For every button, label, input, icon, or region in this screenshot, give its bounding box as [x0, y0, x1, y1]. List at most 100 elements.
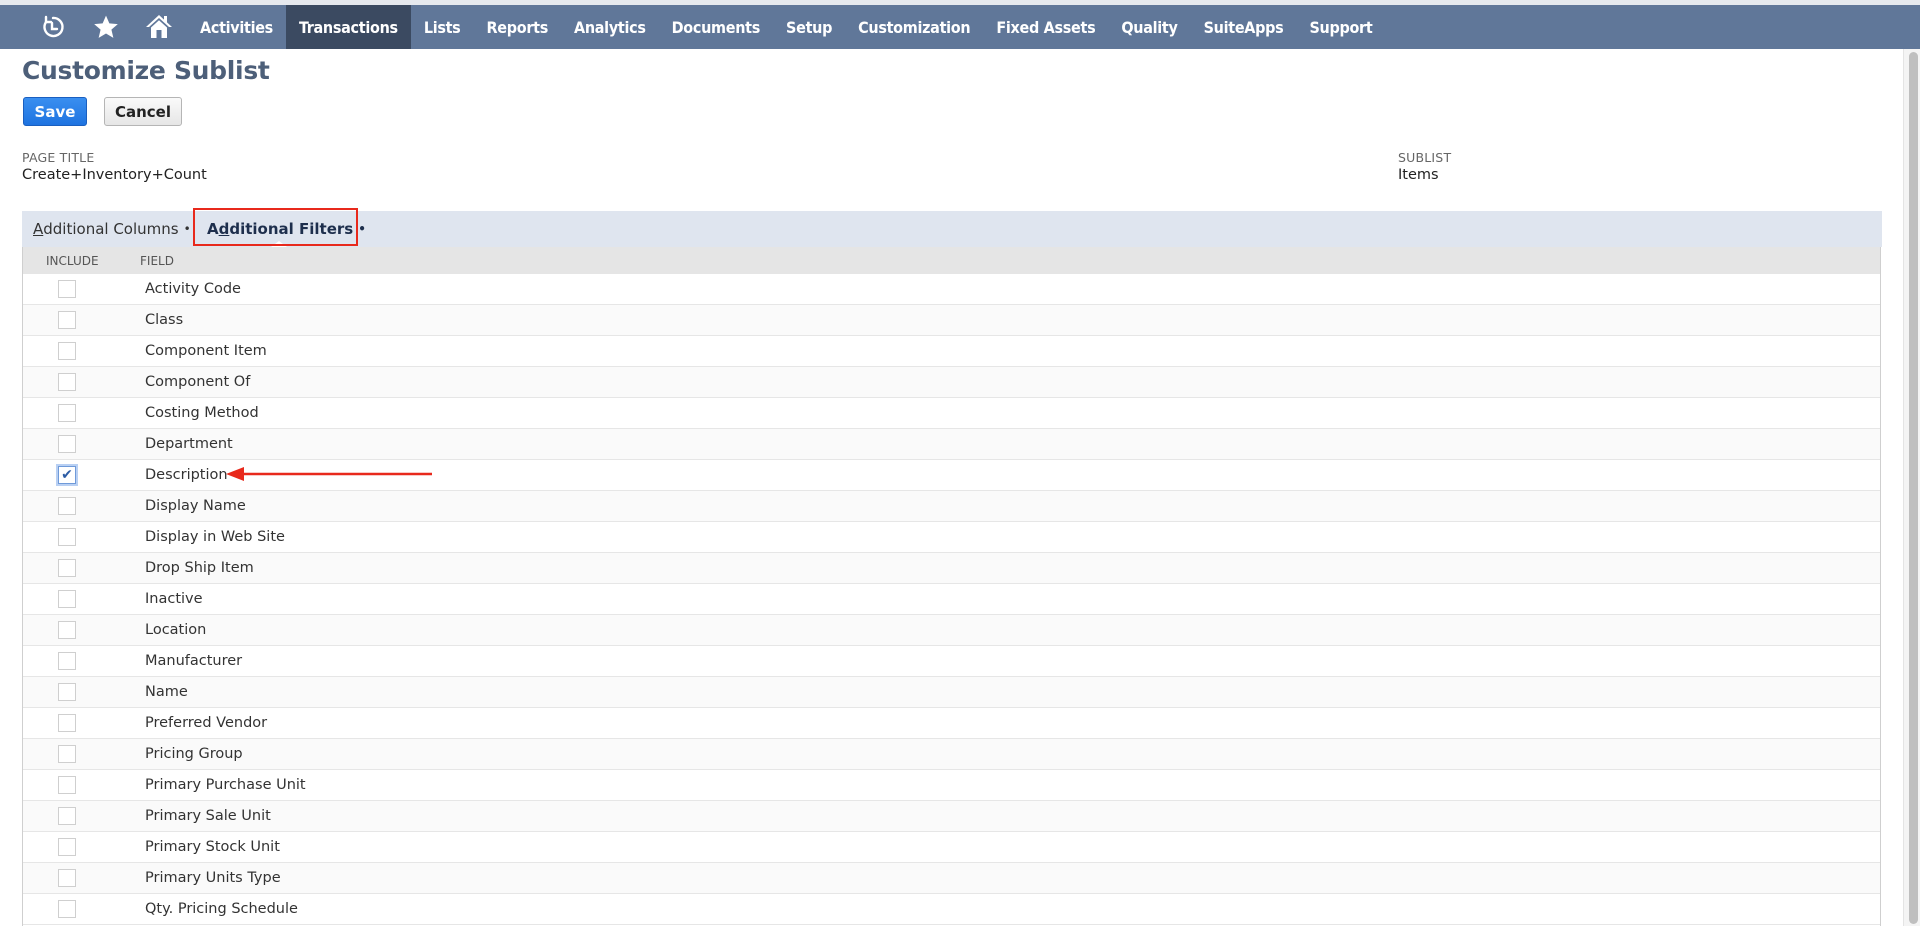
include-checkbox[interactable]: ✔ [58, 869, 76, 887]
field-name: Drop Ship Item [145, 560, 254, 576]
tab-label: ditional Filters [229, 220, 354, 238]
include-checkbox[interactable]: ✔ [58, 776, 76, 794]
field-name: Component Of [145, 374, 251, 390]
include-checkbox[interactable]: ✔ [58, 435, 76, 453]
nav-item-fixed-assets[interactable]: Fixed Assets [983, 5, 1108, 49]
filters-table: INCLUDE FIELD ✔ Activity Code ✔ Class ✔ Compo… [22, 247, 1881, 926]
include-checkbox[interactable]: ✔ [58, 714, 76, 732]
include-cell: ✔ [23, 900, 123, 918]
table-row: ✔ Class [23, 305, 1880, 336]
include-checkbox[interactable]: ✔ [58, 342, 76, 360]
include-cell: ✔ [23, 714, 123, 732]
scrollbar-thumb[interactable] [1909, 52, 1918, 924]
column-header-include: INCLUDE [46, 253, 99, 268]
field-name: Display Name [145, 498, 246, 514]
include-cell: ✔ [23, 776, 123, 794]
tab-label-prefix: A [207, 220, 219, 238]
tab-accesskey: A [33, 220, 44, 238]
include-cell: ✔ [23, 683, 123, 701]
nav-item-setup[interactable]: Setup [773, 5, 845, 49]
table-body: ✔ Activity Code ✔ Class ✔ Component Item ✔ Comp… [23, 274, 1880, 925]
include-cell: ✔ [23, 652, 123, 670]
include-cell: ✔ [23, 497, 123, 515]
nav-item-quality[interactable]: Quality [1108, 5, 1190, 49]
save-button[interactable]: Save [23, 97, 87, 126]
nav-icon-group [0, 5, 197, 49]
include-checkbox[interactable]: ✔ [58, 311, 76, 329]
table-row: ✔ Location [23, 615, 1880, 646]
recent-history-icon[interactable] [38, 12, 68, 42]
nav-item-suiteapps[interactable]: SuiteApps [1191, 5, 1297, 49]
include-cell: ✔ [23, 869, 123, 887]
include-checkbox[interactable]: ✔ [58, 621, 76, 639]
nav-item-customization[interactable]: Customization [845, 5, 983, 49]
include-checkbox[interactable]: ✔ [58, 497, 76, 515]
include-cell: ✔ [23, 435, 123, 453]
include-checkbox[interactable]: ✔ [58, 590, 76, 608]
tab-accesskey: d [218, 220, 230, 238]
include-checkbox[interactable]: ✔ [58, 652, 76, 670]
table-row: ✔ Primary Sale Unit [23, 801, 1880, 832]
include-cell: ✔ [23, 466, 123, 484]
field-name: Name [145, 684, 188, 700]
tab-dot: • [183, 222, 191, 236]
table-row: ✔ Activity Code [23, 274, 1880, 305]
nav-item-activities[interactable]: Activities [187, 5, 286, 49]
include-checkbox[interactable]: ✔ [58, 559, 76, 577]
include-cell: ✔ [23, 311, 123, 329]
table-row: ✔ Display Name [23, 491, 1880, 522]
include-checkbox[interactable]: ✔ [58, 466, 76, 484]
field-name: Qty. Pricing Schedule [145, 901, 298, 917]
page-title: Customize Sublist [22, 56, 270, 85]
tab-additional-columns[interactable]: Additional Columns • [33, 211, 191, 247]
table-row: ✔ Primary Units Type [23, 863, 1880, 894]
field-name: Manufacturer [145, 653, 243, 669]
tab-label: dditional Columns [43, 220, 179, 238]
tab-dot: • [358, 222, 366, 236]
checkmark-icon: ✔ [61, 467, 73, 483]
include-cell: ✔ [23, 838, 123, 856]
include-cell: ✔ [23, 404, 123, 422]
include-checkbox[interactable]: ✔ [58, 528, 76, 546]
nav-item-support[interactable]: Support [1296, 5, 1385, 49]
table-row: ✔ Description [23, 460, 1880, 491]
include-checkbox[interactable]: ✔ [58, 683, 76, 701]
include-checkbox[interactable]: ✔ [58, 404, 76, 422]
table-row: ✔ Drop Ship Item [23, 553, 1880, 584]
field-name: Class [145, 312, 184, 328]
field-name: Primary Units Type [145, 870, 281, 886]
column-header-field: FIELD [140, 253, 174, 268]
field-name: Location [145, 622, 207, 638]
nav-item-lists[interactable]: Lists [411, 5, 474, 49]
include-cell: ✔ [23, 621, 123, 639]
include-cell: ✔ [23, 590, 123, 608]
table-row: ✔ Manufacturer [23, 646, 1880, 677]
include-checkbox[interactable]: ✔ [58, 373, 76, 391]
field-name: Component Item [145, 343, 267, 359]
table-row: ✔ Inactive [23, 584, 1880, 615]
nav-item-reports[interactable]: Reports [473, 5, 561, 49]
include-checkbox[interactable]: ✔ [58, 900, 76, 918]
field-name: Department [145, 436, 233, 452]
cancel-button[interactable]: Cancel [104, 97, 182, 126]
sublist-label: SUBLIST [1398, 150, 1452, 165]
nav-item-analytics[interactable]: Analytics [561, 5, 659, 49]
field-name: Description [145, 467, 228, 483]
table-row: ✔ Preferred Vendor [23, 708, 1880, 739]
home-icon[interactable] [144, 12, 174, 42]
table-header: INCLUDE FIELD [23, 247, 1880, 274]
nav-item-transactions[interactable]: Transactions [285, 5, 411, 49]
table-row: ✔ Name [23, 677, 1880, 708]
table-row: ✔ Department [23, 429, 1880, 460]
include-checkbox[interactable]: ✔ [58, 745, 76, 763]
include-cell: ✔ [23, 373, 123, 391]
table-row: ✔ Component Of [23, 367, 1880, 398]
field-name: Primary Sale Unit [145, 808, 271, 824]
page-title-value: Create+Inventory+Count [22, 167, 207, 183]
favorites-star-icon[interactable] [91, 12, 121, 42]
include-checkbox[interactable]: ✔ [58, 280, 76, 298]
include-checkbox[interactable]: ✔ [58, 807, 76, 825]
sublist-value: Items [1398, 167, 1439, 183]
include-checkbox[interactable]: ✔ [58, 838, 76, 856]
nav-item-documents[interactable]: Documents [659, 5, 773, 49]
